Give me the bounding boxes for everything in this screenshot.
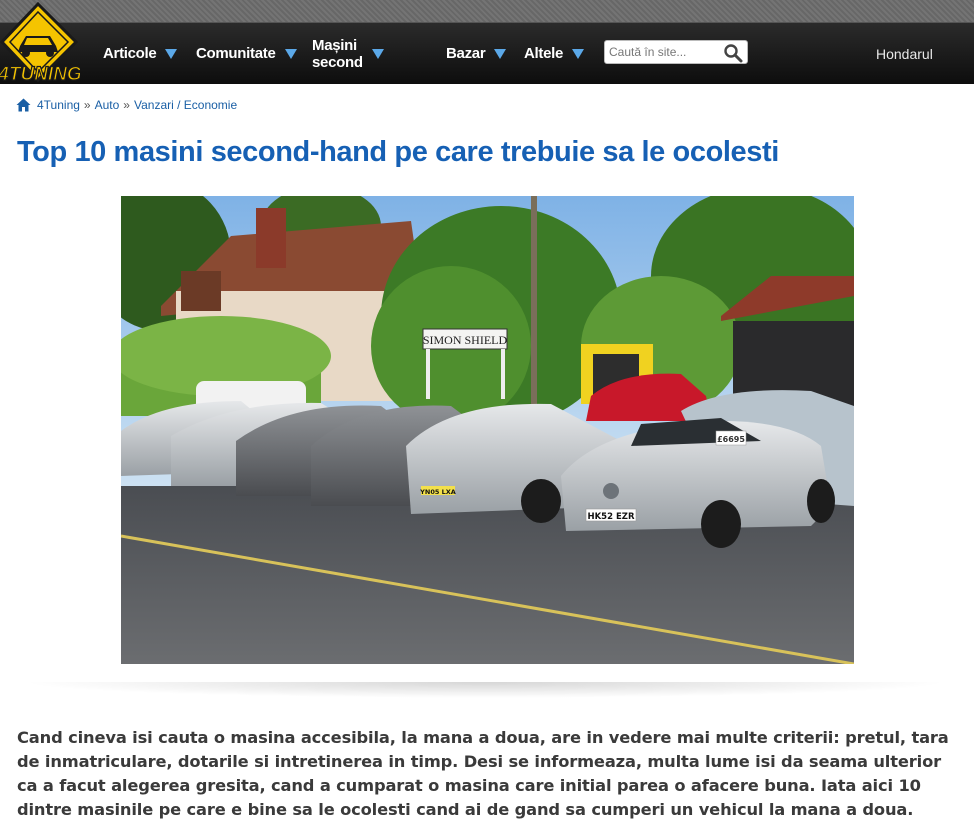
- nav-item-masini-second[interactable]: Mașini second: [312, 23, 384, 84]
- image-shadow-divider: [20, 682, 950, 698]
- dropdown-arrow-icon: [165, 48, 178, 59]
- logo-text: 4TUNING: [0, 64, 80, 85]
- breadcrumb-separator: »: [123, 98, 130, 112]
- license-plate-mercedes: HK52 EZR: [587, 512, 634, 522]
- top-strip: [0, 0, 974, 22]
- article-hero-image: SIMON SHIELD YN05 LXA HK52 EZR £6695: [121, 196, 854, 664]
- dropdown-arrow-icon: [494, 48, 507, 59]
- nav-item-label: Articole: [103, 45, 157, 62]
- search-input[interactable]: [609, 43, 719, 61]
- nav-item-bazar[interactable]: Bazar: [446, 23, 507, 84]
- breadcrumb-separator: »: [83, 98, 91, 112]
- price-tag: £6695: [717, 435, 745, 444]
- article-intro: Cand cineva isi cauta o masina accesibil…: [17, 728, 949, 819]
- main-navbar: Articole Comunitate Mașini second Bazar …: [0, 22, 974, 84]
- nav-item-label: Mașini second: [312, 36, 363, 71]
- breadcrumb-link-4tuning[interactable]: 4Tuning: [37, 98, 80, 112]
- user-account-link[interactable]: Hondarul: [876, 23, 933, 84]
- dropdown-arrow-icon: [284, 48, 297, 59]
- license-plate-renault: YN05 LXA: [419, 488, 456, 496]
- page-title: Top 10 masini second-hand pe care trebui…: [17, 136, 779, 168]
- dropdown-arrow-icon: [371, 48, 384, 59]
- nav-item-label: Bazar: [446, 45, 486, 62]
- nav-item-altele[interactable]: Altele: [524, 23, 585, 84]
- nav-item-comunitate[interactable]: Comunitate: [196, 23, 297, 84]
- breadcrumb-link-auto[interactable]: Auto: [95, 98, 120, 112]
- dealer-sign-text: SIMON SHIELD: [423, 333, 508, 347]
- breadcrumb-link-vanzari-economie[interactable]: Vanzari / Economie: [134, 98, 237, 112]
- nav-item-label: Altele: [524, 45, 564, 62]
- site-logo[interactable]: 4TUNING: [0, 2, 80, 100]
- search-box: [604, 40, 748, 64]
- dropdown-arrow-icon: [572, 48, 585, 59]
- nav-item-articole[interactable]: Articole: [103, 23, 178, 84]
- search-icon[interactable]: [723, 43, 743, 63]
- home-icon[interactable]: [16, 98, 31, 112]
- nav-item-label: Comunitate: [196, 45, 276, 62]
